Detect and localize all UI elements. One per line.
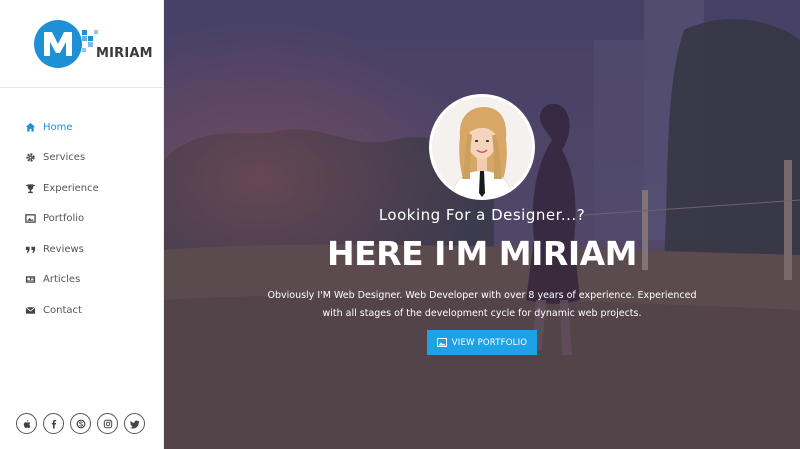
nav-item-experience[interactable]: Experience xyxy=(0,173,164,204)
hero-headline: HERE I'M MIRIAM xyxy=(327,234,638,273)
image-icon xyxy=(436,338,447,347)
nav-label-portfolio: Portfolio xyxy=(43,213,85,225)
nav-item-reviews[interactable]: Reviews xyxy=(0,234,164,265)
quote-icon xyxy=(24,243,36,255)
profile-avatar xyxy=(429,94,535,200)
nav-item-home[interactable]: Home xyxy=(0,112,164,143)
nav-item-contact[interactable]: Contact xyxy=(0,295,164,326)
hero-tagline: Looking For a Designer...? xyxy=(378,206,586,224)
hero-description-line2: with all stages of the development cycle… xyxy=(322,308,642,319)
skype-link[interactable] xyxy=(70,413,91,434)
skype-icon xyxy=(76,419,85,428)
newspaper-icon xyxy=(24,274,36,286)
home-icon xyxy=(24,121,36,133)
view-portfolio-button[interactable]: VIEW PORTFOLIO xyxy=(427,330,537,355)
facebook-icon xyxy=(51,419,56,428)
nav-label-articles: Articles xyxy=(43,274,81,286)
brand-name[interactable]: MIRIAM xyxy=(96,46,153,61)
nav-label-experience: Experience xyxy=(43,182,99,194)
nav-label-home: Home xyxy=(43,121,73,133)
social-links xyxy=(16,413,145,434)
instagram-icon xyxy=(103,419,112,428)
hero-overlay xyxy=(164,0,800,449)
hero-section: Looking For a Designer...? HERE I'M MIRI… xyxy=(164,0,800,449)
view-portfolio-label: VIEW PORTFOLIO xyxy=(451,337,528,348)
nav-item-portfolio[interactable]: Portfolio xyxy=(0,204,164,235)
trophy-icon xyxy=(24,182,36,194)
hero-description-line1: Obviously I'M Web Designer. Web Develope… xyxy=(267,290,697,301)
apple-icon xyxy=(23,419,30,428)
sidebar: MIRIAM Home Services Experience Portfoli… xyxy=(0,0,164,449)
twitter-icon xyxy=(129,420,139,428)
logo-mark-icon[interactable] xyxy=(34,16,100,72)
nav-label-contact: Contact xyxy=(43,304,82,316)
main-nav: Home Services Experience Portfolio Revie… xyxy=(0,112,164,326)
nav-label-reviews: Reviews xyxy=(43,243,84,255)
nav-label-services: Services xyxy=(43,152,86,164)
hero-description: Obviously I'M Web Designer. Web Develope… xyxy=(264,287,700,323)
facebook-link[interactable] xyxy=(43,413,64,434)
logo-area: MIRIAM xyxy=(0,0,163,88)
image-icon xyxy=(24,213,36,225)
apple-link[interactable] xyxy=(16,413,37,434)
gear-icon xyxy=(24,152,36,164)
nav-item-articles[interactable]: Articles xyxy=(0,265,164,296)
nav-item-services[interactable]: Services xyxy=(0,143,164,174)
twitter-link[interactable] xyxy=(124,413,145,434)
instagram-link[interactable] xyxy=(97,413,118,434)
envelope-icon xyxy=(24,304,36,316)
profile-photo xyxy=(432,97,532,197)
